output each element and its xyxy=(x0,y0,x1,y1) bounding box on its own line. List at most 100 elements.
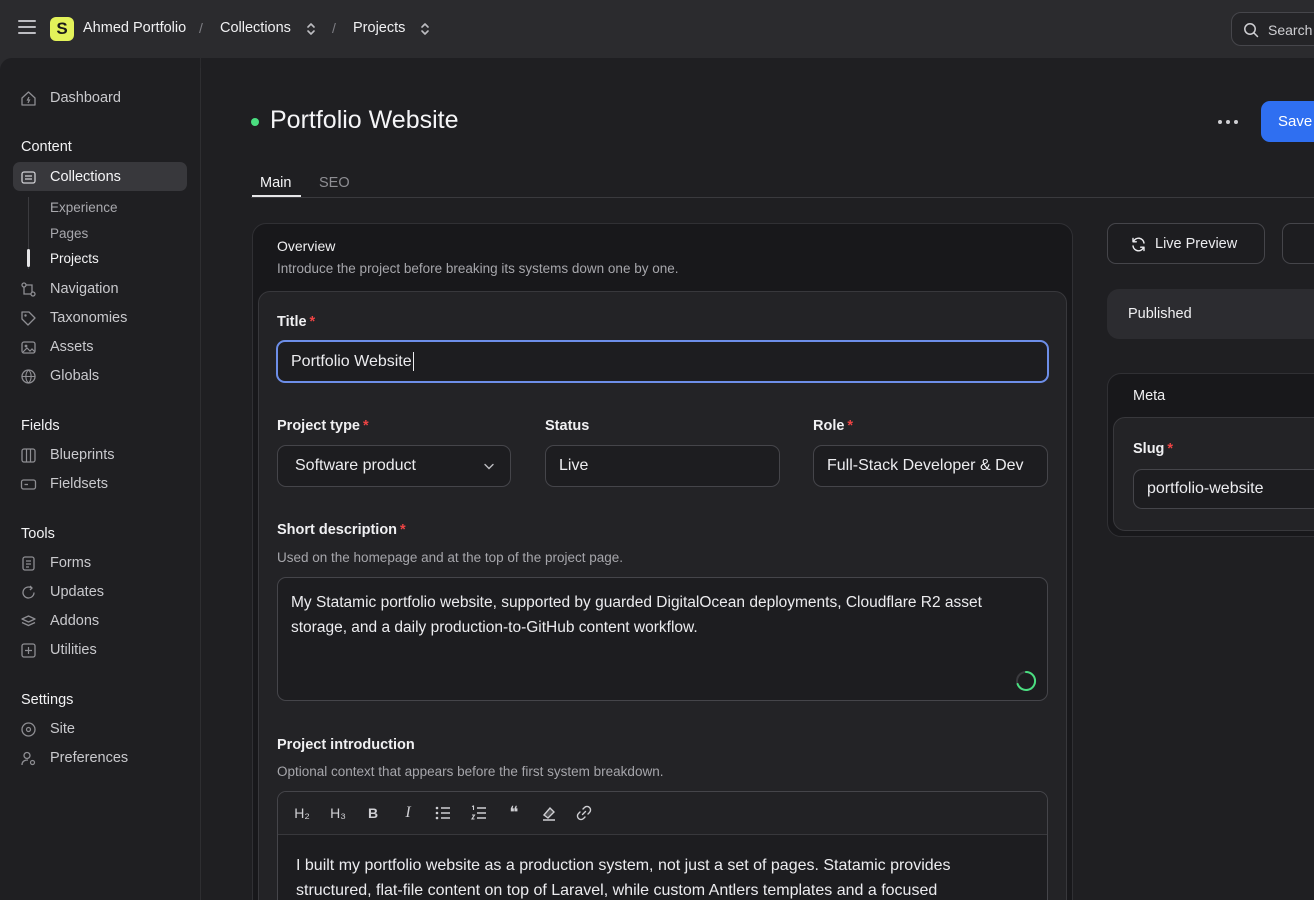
search-icon xyxy=(1244,23,1259,38)
live-preview-label: Live Preview xyxy=(1155,236,1238,252)
chevron-updown-icon[interactable] xyxy=(420,21,430,37)
sidebar-item-navigation[interactable]: Navigation xyxy=(20,278,119,300)
required-mark: * xyxy=(309,314,316,330)
sidebar-item-label: Forms xyxy=(50,555,92,571)
subnav-active-marker xyxy=(27,249,30,267)
sidebar-item-label: Dashboard xyxy=(50,90,121,106)
required-mark: * xyxy=(1167,441,1174,457)
loading-spinner-icon xyxy=(1016,670,1037,691)
short-description-textarea[interactable]: My Statamic portfolio website, supported… xyxy=(277,577,1048,701)
sidebar-item-dashboard[interactable]: Dashboard xyxy=(20,87,121,109)
required-mark: * xyxy=(847,418,854,434)
eraser-icon[interactable] xyxy=(539,803,559,823)
role-input-value: Full-Stack Developer & Dev xyxy=(827,457,1024,474)
utilities-icon xyxy=(21,642,36,658)
sidebar-item-fieldsets[interactable]: Fieldsets xyxy=(20,473,108,495)
tabs-divider xyxy=(251,197,1314,198)
sidebar-item-site[interactable]: Site xyxy=(20,718,75,740)
sidebar-item-label: Taxonomies xyxy=(50,310,128,326)
title-input[interactable]: Portfolio Website xyxy=(276,340,1049,383)
sidebar-item-label: Updates xyxy=(50,584,105,600)
breadcrumb-projects[interactable]: Projects xyxy=(353,20,405,36)
h2-icon[interactable]: H₂ xyxy=(292,803,312,823)
editor-toolbar: H₂ H₃ B I ❝ xyxy=(278,792,1047,835)
numbered-list-icon[interactable] xyxy=(469,803,489,823)
addons-icon xyxy=(21,614,36,626)
bold-icon[interactable]: B xyxy=(363,803,383,823)
breadcrumb-separator: / xyxy=(199,20,203,36)
short-description-help: Used on the homepage and at the top of t… xyxy=(277,550,624,565)
tab-main[interactable]: Main xyxy=(260,175,291,191)
project-introduction-text: I built my portfolio website as a produc… xyxy=(296,857,951,899)
sidebar-subitem-experience[interactable]: Experience xyxy=(50,200,118,215)
sidebar-item-label: Collections xyxy=(50,169,121,185)
page-title: Portfolio Website xyxy=(270,106,459,134)
sidebar-item-updates[interactable]: Updates xyxy=(20,581,104,603)
published-toggle-card[interactable]: Published xyxy=(1107,289,1314,339)
breadcrumb-site[interactable]: Ahmed Portfolio xyxy=(83,20,186,36)
updates-icon xyxy=(22,585,35,599)
quote-icon[interactable]: ❝ xyxy=(504,803,524,823)
sidebar-item-preferences[interactable]: Preferences xyxy=(20,747,128,769)
fieldset-icon xyxy=(20,478,37,490)
sidebar-item-blueprints[interactable]: Blueprints xyxy=(20,444,114,466)
user-settings-icon xyxy=(21,751,36,765)
refresh-icon xyxy=(1132,237,1145,252)
status-input-value: Live xyxy=(559,457,589,474)
search-input[interactable]: Search xyxy=(1231,12,1314,46)
tab-active-indicator xyxy=(252,195,301,197)
chevron-down-icon xyxy=(484,463,494,470)
project-introduction-editor[interactable]: H₂ H₃ B I ❝ I built my portfolio website… xyxy=(277,791,1048,900)
chevron-updown-icon[interactable] xyxy=(306,21,316,37)
project-type-label: Project type * xyxy=(277,418,369,434)
status-input[interactable]: Live xyxy=(545,445,780,487)
section-description: Introduce the project before breaking it… xyxy=(277,261,679,276)
sidebar-item-label: Utilities xyxy=(50,642,97,658)
sidebar-item-label: Site xyxy=(50,721,75,737)
slug-input[interactable]: portfolio-website xyxy=(1133,469,1314,509)
live-preview-button[interactable]: Live Preview xyxy=(1107,223,1265,264)
italic-icon[interactable]: I xyxy=(398,803,418,823)
sidebar-item-label: Addons xyxy=(50,613,100,629)
sidebar-item-assets[interactable]: Assets xyxy=(20,336,94,358)
sidebar-item-utilities[interactable]: Utilities xyxy=(20,639,97,661)
breadcrumb-collections[interactable]: Collections xyxy=(220,20,291,36)
sidebar-heading-tools: Tools xyxy=(21,526,55,542)
link-icon[interactable] xyxy=(574,803,594,823)
sidebar-item-collections[interactable]: Collections xyxy=(20,166,121,188)
field-label-text: Title xyxy=(277,314,307,330)
sidebar-item-taxonomies[interactable]: Taxonomies xyxy=(20,307,127,329)
sidebar-item-globals[interactable]: Globals xyxy=(20,365,99,387)
navigation-icon xyxy=(21,281,36,297)
sidebar-item-forms[interactable]: Forms xyxy=(20,552,91,574)
more-actions-button[interactable] xyxy=(1214,110,1242,134)
h3-icon[interactable]: H₃ xyxy=(328,803,348,823)
sidebar-item-label: Navigation xyxy=(50,281,119,297)
sidebar-heading-settings: Settings xyxy=(21,692,74,708)
dashboard-icon xyxy=(21,90,36,106)
sidebar-subitem-projects[interactable]: Projects xyxy=(50,251,99,266)
published-status-dot xyxy=(251,118,259,126)
tab-seo[interactable]: SEO xyxy=(319,175,350,191)
sidebar-item-label: Fieldsets xyxy=(50,476,109,492)
menu-icon[interactable] xyxy=(18,20,36,36)
search-label: Search xyxy=(1268,22,1313,38)
sidebar-subitem-pages[interactable]: Pages xyxy=(50,226,88,241)
project-introduction-help: Optional context that appears before the… xyxy=(277,764,664,779)
role-input[interactable]: Full-Stack Developer & Dev xyxy=(813,445,1048,487)
sidebar-item-addons[interactable]: Addons xyxy=(20,610,99,632)
meta-title: Meta xyxy=(1133,388,1166,404)
visit-url-button[interactable] xyxy=(1282,223,1314,264)
forms-icon xyxy=(22,555,35,571)
project-type-select[interactable]: Software product xyxy=(277,445,511,487)
blueprint-icon xyxy=(21,447,36,463)
site-logo[interactable]: S xyxy=(50,17,74,41)
required-mark: * xyxy=(400,522,406,538)
published-label: Published xyxy=(1128,306,1192,322)
top-bar: S Ahmed Portfolio / Collections / Projec… xyxy=(0,0,1314,58)
bullet-list-icon[interactable] xyxy=(433,803,453,823)
site-icon xyxy=(21,721,36,737)
field-label-text: Project type xyxy=(277,418,360,434)
role-label: Role * xyxy=(813,418,853,434)
save-button[interactable]: Save xyxy=(1261,101,1314,142)
